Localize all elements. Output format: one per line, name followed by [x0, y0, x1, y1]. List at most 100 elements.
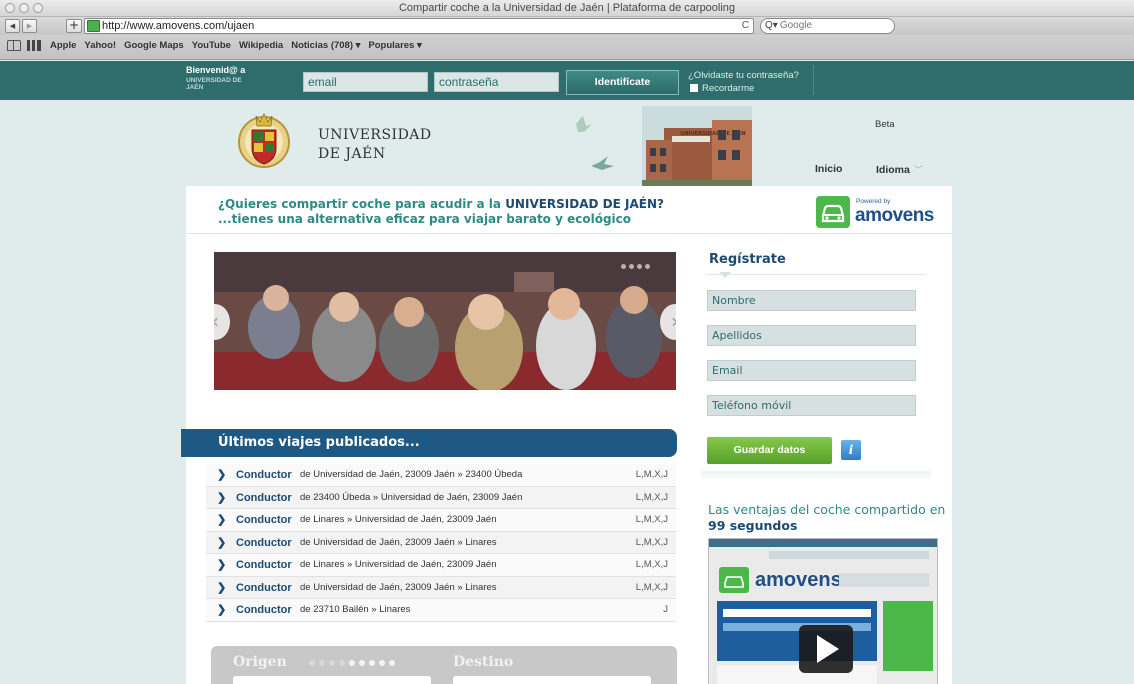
recent-trips-heading: Últimos viajes publicados... [181, 429, 677, 457]
trip-row[interactable]: ❯ Conductor de 23710 Bailén » Linares J [206, 599, 676, 622]
welcome-org: UNIVERSIDAD DE JAÉN [186, 77, 242, 91]
browser-search-input[interactable]: Q▾ Google [760, 18, 895, 34]
email-placeholder: Email [712, 364, 743, 377]
trip-route: de Linares » Universidad de Jaén, 23009 … [300, 559, 497, 570]
bookmark-item[interactable]: Apple [50, 40, 76, 51]
welcome-text: Bienvenid@ a UNIVERSIDAD DE JAÉN [186, 65, 246, 92]
bookmark-item[interactable]: Noticias (708) ▾ [291, 40, 360, 51]
trip-search-panel: Origen Destino [211, 646, 677, 684]
shadow-decoration [701, 471, 931, 481]
destination-input[interactable] [453, 676, 651, 684]
bookmarks-list: Apple Yahoo! Google Maps YouTube Wikipedia No… [50, 40, 422, 51]
trip-days: L,M,X,J [635, 469, 668, 480]
video-thumbnail: amovens [709, 539, 937, 684]
add-bookmark-button[interactable]: + [66, 19, 82, 33]
reading-list-icon[interactable] [7, 40, 21, 51]
trip-row[interactable]: ❯ Conductor de Linares » Universidad de Ja… [206, 509, 676, 532]
minimize-icon[interactable] [19, 3, 29, 13]
forgot-password-link[interactable]: ¿Olvidaste tu contraseña? [688, 70, 799, 81]
remember-me-checkbox[interactable]: Recordarme [690, 83, 754, 94]
password-field[interactable]: contraseña [434, 72, 559, 92]
recent-trips-list: ❯ Conductor de Universidad de Jaén, 23009 … [206, 464, 676, 622]
trip-row[interactable]: ❯ Conductor de 23400 Úbeda » Universidad d… [206, 486, 676, 509]
promo-line1: ¿Quieres compartir coche para acudir a l… [218, 197, 506, 211]
chevron-down-icon: ﹀ [913, 165, 923, 175]
surname-field[interactable]: Apellidos [707, 325, 916, 346]
trip-role[interactable]: Conductor [236, 554, 292, 576]
trip-row[interactable]: ❯ Conductor de Universidad de Jaén, 23009 … [206, 464, 676, 487]
save-data-button[interactable]: Guardar datos [707, 437, 832, 464]
trip-days: L,M,X,J [635, 514, 668, 525]
language-label: Idioma [876, 164, 910, 176]
bookmarks-bar: Apple Yahoo! Google Maps YouTube Wikipedia No… [0, 35, 1134, 60]
site-header: UNIVERSIDAD DE JAÉN UNIVERSIDAD DE JAÉN … [186, 100, 952, 190]
chevron-right-icon: ❯ [217, 559, 227, 571]
trip-days: J [663, 604, 668, 615]
amovens-brand: amovens [855, 205, 934, 226]
close-icon[interactable] [5, 3, 15, 13]
trip-route: de 23710 Bailén » Linares [300, 604, 411, 615]
password-placeholder: contraseña [439, 75, 499, 89]
phone-field[interactable]: Teléfono móvil [707, 395, 916, 416]
university-name-line2: DE JAÉN [318, 146, 386, 162]
trip-role[interactable]: Conductor [236, 509, 292, 531]
chevron-right-icon: ❯ [217, 536, 227, 549]
window-controls[interactable] [5, 3, 43, 13]
bookmark-item[interactable]: Populares ▾ [368, 40, 421, 51]
bookmark-item[interactable]: YouTube [192, 40, 231, 51]
welcome-label: Bienvenid@ a [186, 65, 246, 75]
photo-slider[interactable]: ‹ › [214, 252, 676, 390]
trip-days: L,M,X,J [635, 559, 668, 570]
trip-row[interactable]: ❯ Conductor de Universidad de Jaén, 23009 … [206, 576, 676, 599]
trip-role[interactable]: Conductor [236, 599, 292, 621]
university-building-image: UNIVERSIDAD DE JAÉN [642, 106, 752, 190]
university-name-line1: UNIVERSIDAD [318, 127, 432, 143]
trip-days: L,M,X,J [635, 581, 668, 593]
university-name[interactable]: UNIVERSIDAD DE JAÉN [318, 126, 432, 164]
trip-row[interactable]: ❯ Conductor de Linares » Universidad de Ja… [206, 554, 676, 577]
trip-route: de Linares » Universidad de Jaén, 23009 … [300, 514, 497, 525]
promo-highlight: UNIVERSIDAD DE JAÉN? [505, 197, 664, 211]
info-icon[interactable]: i [841, 440, 861, 460]
bookmark-item[interactable]: Wikipedia [239, 40, 283, 51]
address-bar[interactable]: http://www.amovens.com/ujaen C [84, 18, 754, 34]
zoom-icon[interactable] [33, 3, 43, 13]
powered-by-label: Powered by [856, 198, 891, 205]
promo-tagline: ¿Quieres compartir coche para acudir a l… [218, 197, 664, 227]
divider [813, 65, 814, 95]
email-placeholder: email [308, 75, 337, 89]
car-icon [816, 196, 850, 228]
name-field[interactable]: Nombre [707, 290, 916, 311]
bookmark-item[interactable]: Google Maps [124, 40, 184, 51]
search-placeholder: Google [779, 20, 813, 31]
email-field[interactable]: email [303, 72, 428, 92]
origin-input[interactable] [233, 676, 431, 684]
video-brand: amovens [755, 569, 842, 591]
remember-label: Recordarme [702, 83, 755, 94]
chevron-right-icon: ❯ [217, 514, 227, 526]
surname-placeholder: Apellidos [712, 329, 762, 342]
reload-icon[interactable]: C [742, 19, 749, 33]
beta-badge: Beta [875, 119, 895, 130]
login-button[interactable]: Identifícate [566, 70, 679, 95]
bookmark-item[interactable]: Yahoo! [84, 40, 116, 51]
slider-dots[interactable] [621, 264, 650, 269]
students-photo [214, 252, 676, 390]
trip-row[interactable]: ❯ Conductor de Universidad de Jaén, 23009 … [206, 531, 676, 554]
university-crest-icon[interactable] [238, 108, 290, 172]
video-title-bold: 99 segundos [708, 518, 798, 533]
video-player[interactable]: amovens [708, 538, 938, 684]
nav-language-menu[interactable]: Idioma ﹀ [876, 163, 923, 176]
forward-icon[interactable]: ▶ [22, 19, 37, 33]
trip-role[interactable]: Conductor [236, 577, 292, 599]
nav-home-link[interactable]: Inicio [815, 163, 842, 175]
trip-role[interactable]: Conductor [236, 532, 292, 554]
register-email-field[interactable]: Email [707, 360, 916, 381]
trip-route: de Universidad de Jaén, 23009 Jaén » Lin… [300, 581, 497, 593]
back-icon[interactable]: ◀ [5, 19, 20, 33]
top-sites-icon[interactable] [27, 40, 41, 51]
trip-role[interactable]: Conductor [236, 464, 292, 486]
browser-toolbar: ◀ ▶ + http://www.amovens.com/ujaen C Q▾ G… [0, 17, 1134, 35]
trip-role[interactable]: Conductor [236, 487, 292, 509]
checkbox-icon[interactable] [690, 84, 698, 92]
